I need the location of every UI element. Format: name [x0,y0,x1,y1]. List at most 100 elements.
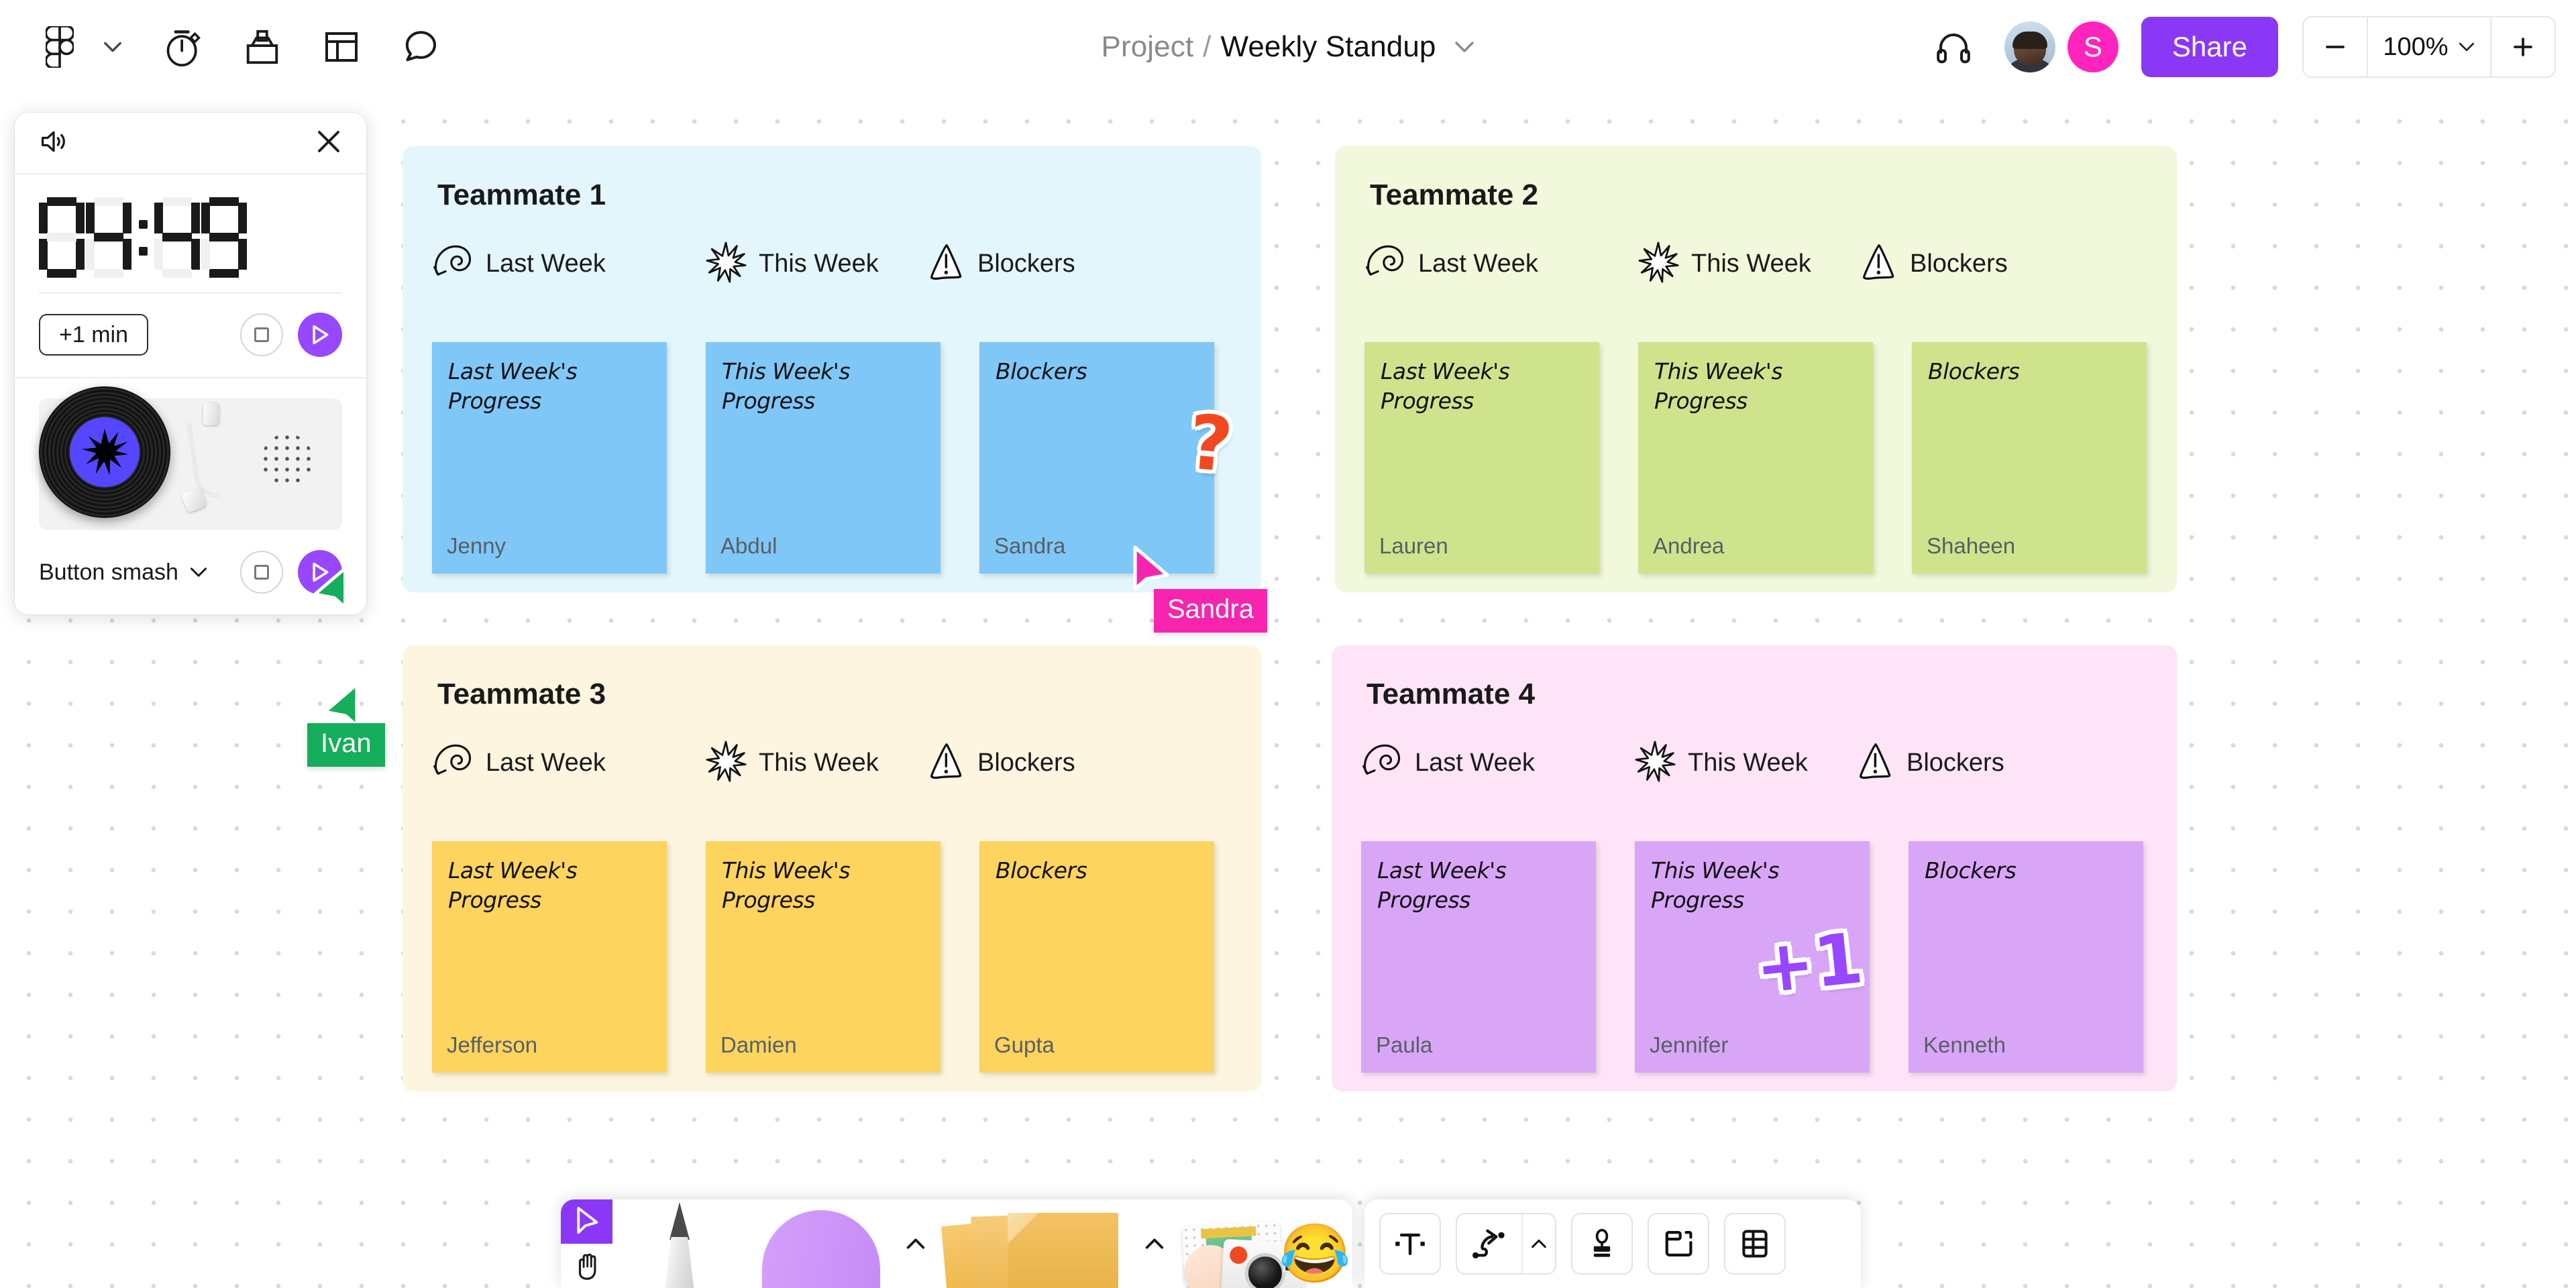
frame-teammate-1[interactable]: Teammate 1 Last Week This Week Blockers … [402,146,1261,592]
note-text: This Week's Progress [1651,857,1780,913]
frame-teammate-3[interactable]: Teammate 3 Last Week This Week Blockers … [402,645,1261,1091]
figma-logo-icon[interactable] [20,7,99,87]
table-tool-button[interactable] [1724,1213,1786,1275]
category-blockers: Blockers [926,739,1075,787]
zoom-out-button[interactable] [2304,17,2367,76]
timer-colon [133,197,153,278]
sticky-note-icon [941,1213,1126,1288]
avatar[interactable] [2004,21,2055,72]
frame-teammate-2[interactable]: Teammate 2 Last Week This Week Blockers … [1335,146,2177,592]
spiral-icon [1361,741,1403,786]
sticky-note[interactable]: Last Week's Progress Lauren [1364,342,1599,574]
plus-one-sticker[interactable]: +1 [1752,917,1866,1010]
note-author: Jennifer [1650,1032,1729,1057]
stickers-media-tool[interactable]: 😂 [1174,1199,1352,1288]
note-author: Abdul [720,533,777,558]
notes-row: Last Week's Progress Paula This Week's P… [1361,841,2143,1073]
pen-options-chevron-up-icon[interactable] [897,1199,936,1288]
select-tool-column [561,1199,613,1288]
pen-tool[interactable] [612,1199,746,1288]
note-author: Sandra [994,533,1066,558]
speaker-icon[interactable] [39,128,68,158]
add-minute-button[interactable]: +1 min [39,314,148,356]
sticky-options-chevron-up-icon[interactable] [1135,1199,1174,1288]
speaker-grid-icon [250,421,325,499]
category-label: Last Week [486,749,606,777]
timer-digit [86,197,131,278]
category-label: This Week [1691,250,1811,278]
note-author: Paula [1376,1032,1433,1057]
record-label-star-icon [81,428,129,476]
marker-tool[interactable] [746,1199,896,1288]
note-text: This Week's Progress [1654,358,1783,414]
cursor-ivan: Ivan [307,682,385,767]
sticky-note[interactable]: This Week's Progress Damien [706,841,941,1073]
sticky-note[interactable]: This Week's Progress Andrea [1638,342,1873,574]
sticky-note-tool[interactable] [935,1199,1135,1288]
category-row: Last Week This Week Blockers [1364,240,2008,288]
category-blockers: Blockers [1859,240,2008,288]
note-text: Blockers [996,358,1087,384]
stamp-tool-button[interactable] [1571,1213,1633,1275]
cursor-select-icon [577,1207,598,1234]
category-this-week: This Week [705,739,926,787]
object-tools-group [1364,1199,1861,1288]
category-label: Blockers [977,749,1075,777]
sticky-note[interactable]: Blockers Shaheen [1912,342,2147,574]
frame-title: Teammate 2 [1370,178,1539,211]
page-title[interactable]: Weekly Standup [1220,30,1436,64]
sticky-note[interactable]: Last Week's Progress Jenny [432,342,667,574]
section-tool-button[interactable] [1648,1213,1709,1275]
cursor-select-tool[interactable] [561,1199,613,1244]
timer-stop-button[interactable] [240,313,283,356]
comment-icon[interactable] [381,7,460,87]
cursor-label: Ivan [307,723,385,767]
notes-row: Last Week's Progress Lauren This Week's … [1364,342,2147,574]
connector-options-chevron-up-icon[interactable] [1523,1214,1555,1273]
breadcrumb-project[interactable]: Project [1102,30,1194,64]
cursor-pointer-icon [313,566,347,609]
vote-icon[interactable] [223,7,302,87]
sticky-note[interactable]: Blockers Kenneth [1909,841,2143,1073]
track-select[interactable]: Button smash [39,559,208,586]
note-author: Damien [720,1032,797,1057]
timer-panel-header [15,113,366,174]
frame-teammate-4[interactable]: Teammate 4 Last Week This Week Blockers … [1332,645,2177,1091]
text-tool-button[interactable] [1379,1213,1441,1275]
breadcrumb-chevron-down-icon[interactable] [1454,40,1475,54]
chevron-down-icon [190,568,207,577]
notes-row: Last Week's Progress Jenny This Week's P… [432,342,1214,574]
zoom-in-button[interactable] [2491,17,2555,76]
note-text: Blockers [1925,857,2017,883]
category-last-week: Last Week [432,739,705,787]
warning-triangle-icon [926,741,965,786]
avatar-initial[interactable]: S [2067,21,2118,72]
music-controls: Button smash [39,550,342,594]
category-label: Last Week [1415,749,1535,777]
timer-digit [201,197,247,278]
sticky-note[interactable]: Last Week's Progress Paula [1361,841,1596,1073]
whiteboard-canvas[interactable]: Teammate 1 Last Week This Week Blockers … [0,94,2576,1288]
sticky-note[interactable]: This Week's Progress Jennifer +1 [1635,841,1870,1073]
question-mark-sticker[interactable]: ? [1185,398,1236,489]
marker-icon [762,1210,881,1288]
timer-play-button[interactable] [298,313,342,357]
note-text: Blockers [1928,358,2020,384]
top-left-tools [20,0,460,94]
hand-tool[interactable] [561,1244,613,1288]
music-stop-button[interactable] [240,551,283,594]
timer-icon[interactable] [144,7,223,87]
connector-tool[interactable] [1457,1214,1523,1273]
share-button[interactable]: Share [2141,17,2278,77]
template-icon[interactable] [302,7,381,87]
sticky-note[interactable]: This Week's Progress Abdul [706,342,941,574]
category-label: This Week [759,250,879,278]
sticky-note[interactable]: Blockers Gupta [979,841,1214,1073]
category-label: Blockers [1910,250,2008,278]
zoom-level-selector[interactable]: 100% [2367,17,2491,76]
sticky-note[interactable]: Last Week's Progress Jefferson [432,841,667,1073]
close-icon[interactable] [315,128,342,158]
sticky-note[interactable]: Blockers Sandra [979,342,1214,574]
menu-chevron-down-icon[interactable] [99,7,126,87]
headphones-icon[interactable] [1916,9,1991,85]
